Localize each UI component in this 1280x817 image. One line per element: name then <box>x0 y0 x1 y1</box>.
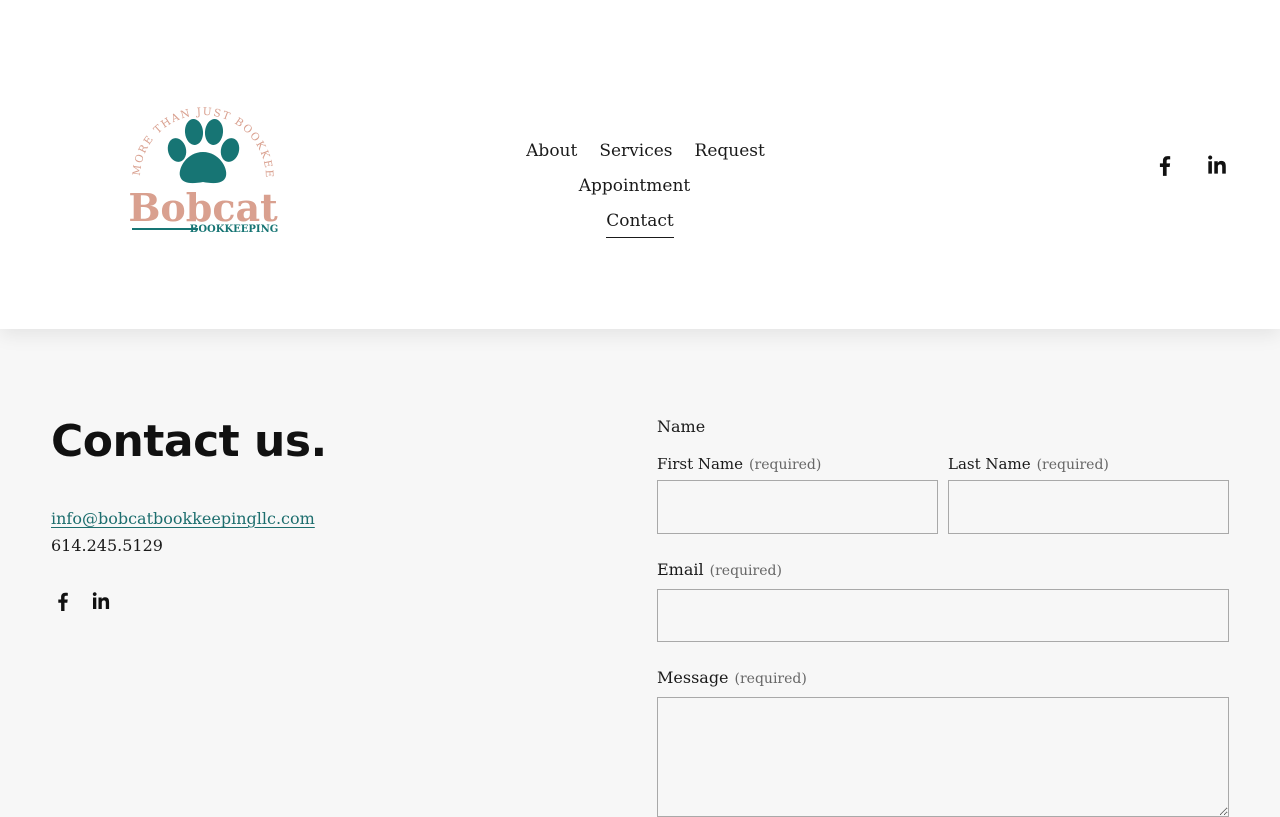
contact-title: Contact us. <box>51 416 327 467</box>
site-header: MORE THAN JUST BOOKKEEPING Bobcat BOOKKE… <box>0 0 1280 329</box>
contact-info: Contact us. info@bobcatbookkeepingllc.co… <box>51 415 571 613</box>
bobcat-logo[interactable]: MORE THAN JUST BOOKKEEPING Bobcat BOOKKE… <box>122 88 284 242</box>
first-name-group: First Name (required) <box>657 454 938 534</box>
nav-contact[interactable]: Contact <box>606 211 674 238</box>
email-input[interactable] <box>657 589 1229 642</box>
nav-services[interactable]: Services <box>599 141 672 161</box>
header-social-links <box>1152 152 1230 178</box>
first-name-label: First Name <box>657 455 744 473</box>
first-name-required: (required) <box>749 457 822 473</box>
message-label: Message <box>657 668 729 687</box>
logo-subtitle-text: BOOKKEEPING <box>190 224 279 235</box>
contact-form: Name First Name (required) Last Name (requ… <box>657 417 1229 817</box>
name-row: First Name (required) Last Name (required) <box>657 454 1229 534</box>
nav-about[interactable]: About <box>526 141 577 161</box>
name-label: Name <box>657 417 706 436</box>
last-name-group: Last Name (required) <box>948 454 1229 534</box>
last-name-label: Last Name <box>948 455 1031 473</box>
facebook-icon[interactable] <box>51 589 75 613</box>
facebook-icon[interactable] <box>1152 152 1178 178</box>
contact-email-link[interactable]: info@bobcatbookkeepingllc.com <box>51 509 315 528</box>
linkedin-icon[interactable] <box>1204 152 1230 178</box>
contact-social-links <box>51 589 571 613</box>
email-group: Email (required) <box>657 560 1229 642</box>
paw-icon <box>167 119 240 184</box>
contact-phone: 614.245.5129 <box>51 536 163 555</box>
bobcat-logo-image: MORE THAN JUST BOOKKEEPING Bobcat BOOKKE… <box>122 88 279 235</box>
message-group: Message (required) <box>657 668 1229 817</box>
message-required: (required) <box>734 671 807 687</box>
message-textarea[interactable] <box>657 697 1229 817</box>
last-name-input[interactable] <box>948 480 1229 534</box>
email-required: (required) <box>709 563 782 579</box>
contact-section: Contact us. info@bobcatbookkeepingllc.co… <box>0 329 1280 817</box>
email-label: Email <box>657 560 704 579</box>
last-name-required: (required) <box>1036 457 1109 473</box>
first-name-input[interactable] <box>657 480 938 534</box>
linkedin-icon[interactable] <box>89 589 113 613</box>
main-nav: About Services Request Appointment Contact <box>470 134 810 239</box>
